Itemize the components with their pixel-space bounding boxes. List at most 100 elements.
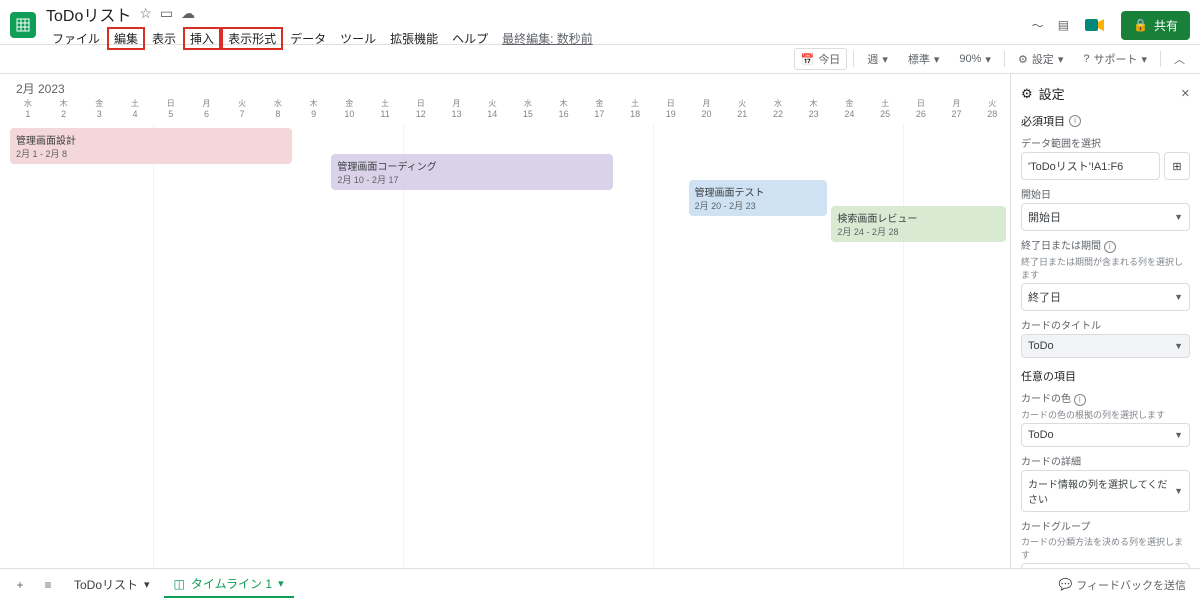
sheet-tab-label: ToDoリスト [74, 576, 138, 593]
data-range-value: 'ToDoリスト'!A1:F6 [1028, 158, 1123, 174]
chevron-down-icon: ▼ [1174, 292, 1183, 302]
move-icon[interactable]: ▭ [160, 5, 173, 22]
timeline-card[interactable]: 管理画面テスト2月 20 - 2月 23 [689, 180, 828, 216]
day-header: 火7 [224, 98, 260, 119]
add-sheet-button[interactable]: + [8, 573, 32, 597]
main-area: 2月 2023 水1木2金3土4日5月6火7水8木9金10土11日12月13火1… [0, 74, 1200, 568]
feedback-link[interactable]: 💬フィードバックを送信 [1059, 577, 1192, 593]
collapse-button[interactable]: ︿ [1167, 48, 1192, 70]
comment-icon[interactable]: ▤ [1058, 18, 1069, 32]
timeline-card[interactable]: 管理画面コーディング2月 10 - 2月 17 [331, 154, 613, 190]
chevron-down-icon: ▼ [1174, 486, 1183, 496]
sheet-tab-todo[interactable]: ToDoリスト ▾ [64, 572, 160, 597]
timeline-card[interactable]: 検索画面レビュー2月 24 - 2月 28 [831, 206, 1006, 242]
meet-icon[interactable] [1083, 13, 1107, 37]
history-icon[interactable]: 〜 [1032, 17, 1044, 34]
star-icon[interactable]: ☆ [139, 5, 152, 22]
card-title: 管理画面テスト [695, 184, 822, 199]
card-dates: 2月 1 - 2月 8 [16, 147, 286, 160]
share-button[interactable]: 🔒 共有 [1121, 11, 1190, 40]
all-sheets-button[interactable]: ≡ [36, 573, 60, 597]
menu-ファイル[interactable]: ファイル [46, 28, 106, 49]
card-dates: 2月 20 - 2月 23 [695, 199, 822, 212]
card-group-label: カードグループ [1021, 518, 1190, 533]
day-header: 土18 [617, 98, 653, 119]
day-header: 火21 [724, 98, 760, 119]
menu-データ[interactable]: データ [284, 28, 332, 49]
card-dates: 2月 10 - 2月 17 [337, 173, 607, 186]
chevron-down-icon: ▾ [985, 53, 991, 66]
scale-label: 標準 [908, 51, 930, 67]
chevron-down-icon: ▼ [1174, 212, 1183, 222]
menu-拡張機能[interactable]: 拡張機能 [384, 28, 444, 49]
feedback-label: フィードバックを送信 [1076, 577, 1186, 593]
info-icon[interactable]: i [1104, 241, 1116, 253]
card-dates: 2月 24 - 2月 28 [837, 225, 1000, 238]
start-date-select[interactable]: 開始日 ▼ [1021, 203, 1190, 231]
scale-select[interactable]: 標準▾ [901, 48, 947, 70]
menu-表示[interactable]: 表示 [146, 28, 182, 49]
card-color-select[interactable]: ToDo▼ [1021, 423, 1190, 447]
sheet-tab-timeline[interactable]: ◫タイムライン 1▾ [164, 571, 294, 598]
lock-icon: 🔒 [1133, 18, 1148, 32]
chat-icon: 💬 [1059, 578, 1073, 591]
grid-line [403, 124, 404, 568]
timeline-icon: ◫ [174, 577, 185, 591]
doc-title[interactable]: ToDoリスト [46, 2, 131, 26]
required-heading: 必須項目 [1021, 113, 1065, 129]
day-header: 木9 [296, 98, 332, 119]
menu-ツール[interactable]: ツール [334, 28, 382, 49]
today-button[interactable]: 📅今日 [794, 48, 848, 70]
card-group-select[interactable]: 分類の列を選択してください▼ [1021, 563, 1190, 568]
day-header: 土4 [117, 98, 153, 119]
optional-heading: 任意の項目 [1021, 368, 1190, 384]
app-header: ToDoリスト ☆ ▭ ☁ ファイル編集表示挿入表示形式データツール拡張機能ヘル… [0, 0, 1200, 44]
timeline-card[interactable]: 管理画面設計2月 1 - 2月 8 [10, 128, 292, 164]
zoom-label: 90% [959, 53, 981, 65]
day-header: 水8 [260, 98, 296, 119]
share-label: 共有 [1154, 17, 1178, 34]
last-edit[interactable]: 最終編集: 数秒前 [502, 30, 593, 47]
day-header: 木16 [546, 98, 582, 119]
close-icon[interactable]: ✕ [1181, 87, 1190, 100]
data-range-input[interactable]: 'ToDoリスト'!A1:F6 [1021, 152, 1160, 180]
card-detail-value: カード情報の列を選択してください [1028, 476, 1174, 506]
card-detail-select[interactable]: カード情報の列を選択してください▼ [1021, 470, 1190, 512]
menu-ヘルプ[interactable]: ヘルプ [446, 28, 494, 49]
density-select[interactable]: 週▾ [860, 48, 895, 70]
menu-編集[interactable]: 編集 [108, 28, 144, 49]
support-button[interactable]: ?サポート▾ [1076, 48, 1154, 70]
chevron-down-icon: ▾ [278, 577, 284, 590]
card-title-select[interactable]: ToDo▼ [1021, 334, 1190, 358]
day-header: 水15 [510, 98, 546, 119]
info-icon[interactable]: i [1069, 115, 1081, 127]
support-label: サポート [1093, 51, 1137, 67]
start-date-value: 開始日 [1028, 209, 1061, 225]
grid-line [153, 124, 154, 568]
card-title: 管理画面コーディング [337, 158, 607, 173]
end-date-select[interactable]: 終了日 ▼ [1021, 283, 1190, 311]
range-picker-icon[interactable]: ⊞ [1164, 152, 1190, 180]
zoom-select[interactable]: 90% ▾ [952, 50, 998, 69]
gear-icon: ⚙ [1018, 53, 1028, 66]
chevron-down-icon: ▾ [144, 578, 150, 591]
card-color-label: カードの色 [1021, 394, 1071, 405]
gear-icon: ⚙ [1021, 86, 1033, 102]
menu-表示形式[interactable]: 表示形式 [222, 28, 282, 49]
day-header: 月6 [189, 98, 225, 119]
day-header: 日19 [653, 98, 689, 119]
chevron-down-icon: ▾ [1141, 53, 1147, 66]
separator [1004, 51, 1005, 67]
info-icon[interactable]: i [1074, 394, 1086, 406]
menu-挿入[interactable]: 挿入 [184, 28, 220, 49]
day-header: 日5 [153, 98, 189, 119]
settings-button[interactable]: ⚙設定▾ [1011, 48, 1070, 70]
end-date-value: 終了日 [1028, 289, 1061, 305]
timeline[interactable]: 2月 2023 水1木2金3土4日5月6火7水8木9金10土11日12月13火1… [0, 74, 1010, 568]
day-header: 月27 [939, 98, 975, 119]
cloud-icon[interactable]: ☁ [181, 5, 195, 22]
density-label: 週 [867, 51, 878, 67]
grid-line [903, 124, 904, 568]
day-header: 水22 [760, 98, 796, 119]
card-group-hint: カードの分類方法を決める列を選択します [1021, 535, 1190, 561]
